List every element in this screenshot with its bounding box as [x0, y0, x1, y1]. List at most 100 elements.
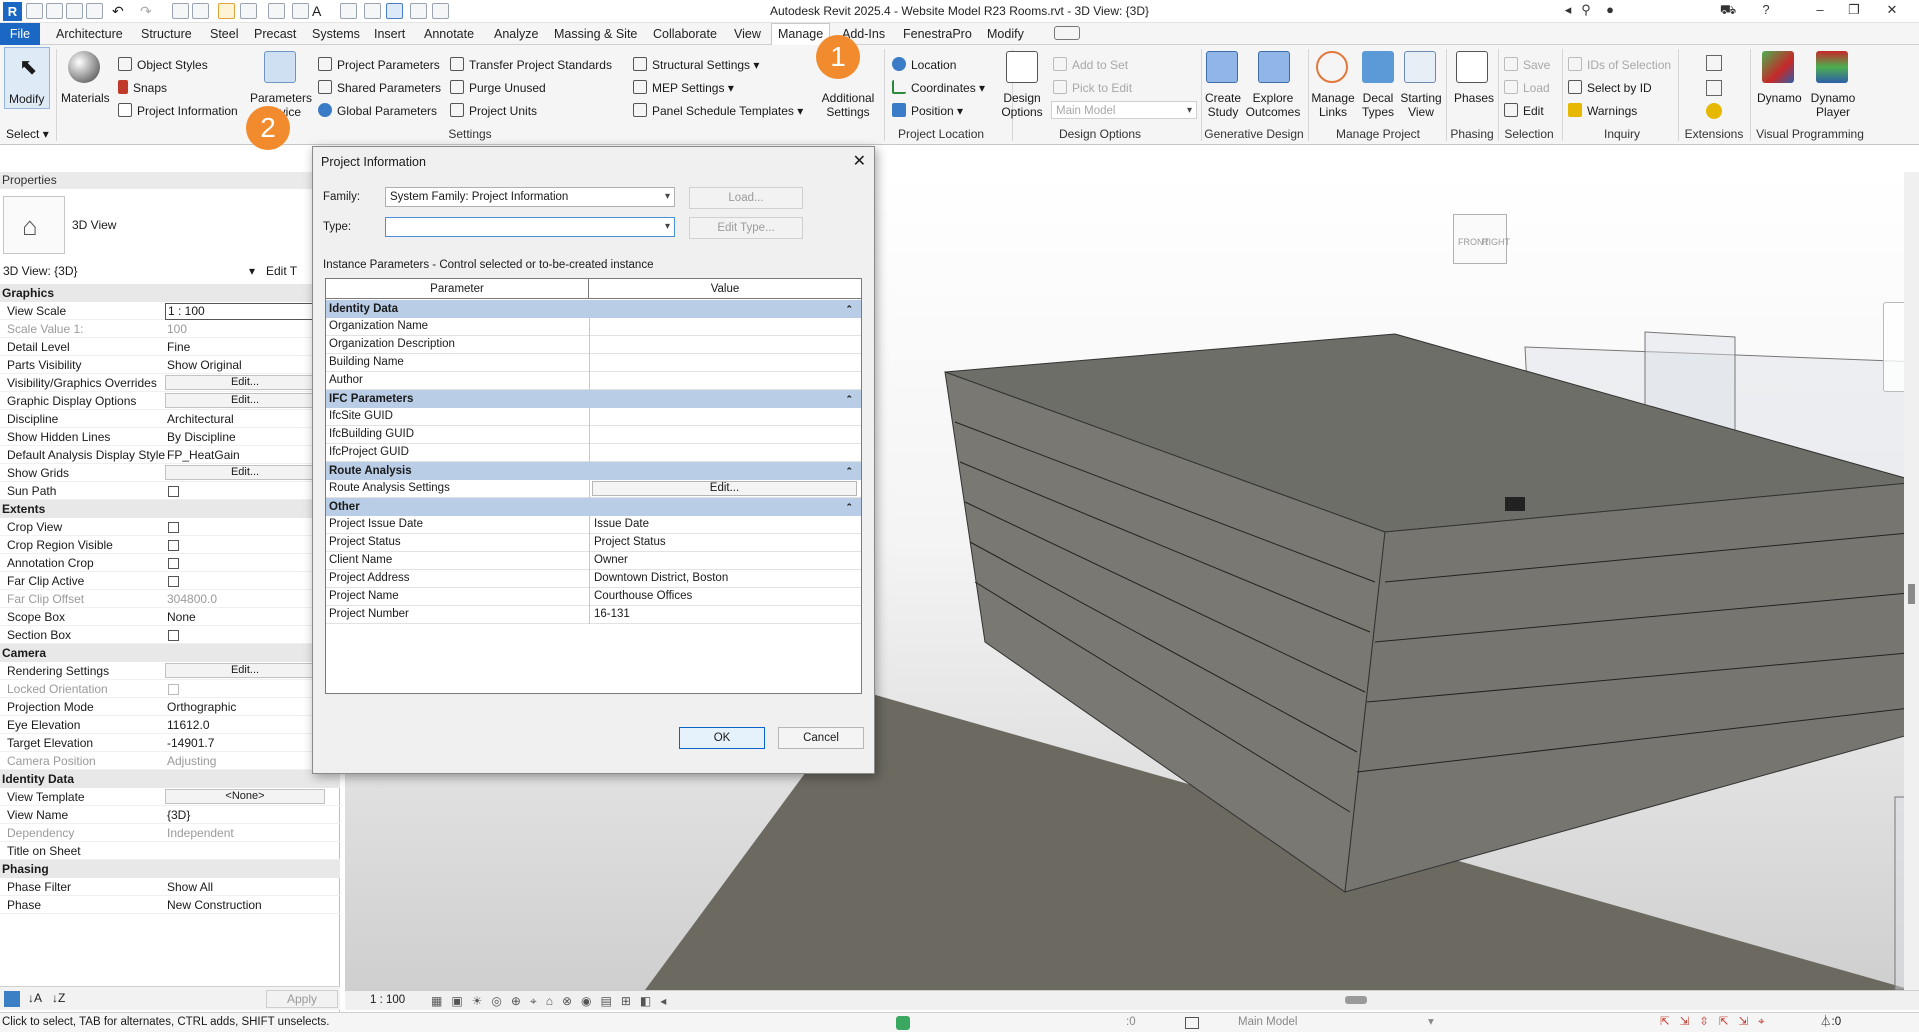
parameter-row[interactable]: IfcBuilding GUID	[326, 426, 861, 444]
apply-button[interactable]: Apply	[266, 990, 338, 1008]
parameter-row[interactable]: Client Name Owner	[326, 552, 861, 570]
property-row[interactable]: Show Grids Edit...	[0, 464, 340, 482]
property-value[interactable]: 11612.0	[167, 716, 210, 734]
property-value[interactable]: 304800.0	[167, 590, 217, 608]
starting-view-icon[interactable]	[1404, 51, 1436, 83]
property-checkbox[interactable]	[168, 558, 179, 569]
property-checkbox[interactable]	[168, 486, 179, 497]
parameter-row[interactable]: Organization Description	[326, 336, 861, 354]
property-value[interactable]: Show All	[167, 878, 213, 896]
minimize-icon[interactable]: –	[1808, 2, 1832, 20]
panel-toggle-icon[interactable]	[1054, 26, 1080, 40]
add-to-set-button[interactable]: Add to Set	[1053, 57, 1128, 72]
property-row[interactable]: Dependency Independent	[0, 824, 340, 842]
parameter-row[interactable]: Author	[326, 372, 861, 390]
parameter-value[interactable]: Courthouse Offices	[594, 588, 692, 605]
view-control-icons[interactable]: ▦▣☀◎⊕⌖⌂⊗◉▤⊞◧◂	[431, 994, 675, 1009]
property-edit-button[interactable]: <None>	[165, 789, 325, 804]
manage-links-button[interactable]: Manage Links	[1310, 91, 1356, 119]
editable-only-icon[interactable]	[1185, 1017, 1199, 1029]
properties-section[interactable]: Extents	[0, 500, 340, 518]
parameter-group[interactable]: IFC Parameters ⌃	[326, 390, 861, 408]
parameter-group[interactable]: Route Analysis ⌃	[326, 462, 861, 480]
transfer-project-standards-button[interactable]: Transfer Project Standards	[450, 57, 612, 72]
tab-modify[interactable]: Modify	[987, 27, 1024, 41]
property-row[interactable]: Crop Region Visible	[0, 536, 340, 554]
properties-section[interactable]: Identity Data	[0, 770, 340, 788]
property-row[interactable]: Rendering Settings Edit...	[0, 662, 340, 680]
materials-button[interactable]: Materials	[61, 91, 110, 105]
project-information-button[interactable]: Project Information	[118, 103, 238, 118]
extension-info-icon[interactable]	[1706, 103, 1722, 119]
tab-analyze[interactable]: Analyze	[494, 27, 538, 41]
property-row[interactable]: Phase New Construction	[0, 896, 340, 914]
parameter-value[interactable]: Project Status	[594, 534, 666, 551]
collapse-icon[interactable]: ⌃	[845, 300, 853, 318]
horizontal-scrollbar-thumb[interactable]	[1345, 996, 1367, 1004]
property-row[interactable]: Section Box	[0, 626, 340, 644]
tab-insert[interactable]: Insert	[374, 27, 405, 41]
phases-icon[interactable]	[1456, 51, 1488, 83]
ok-button[interactable]: OK	[679, 727, 765, 749]
property-row[interactable]: Crop View	[0, 518, 340, 536]
property-value[interactable]: FP_HeatGain	[167, 446, 240, 464]
property-value[interactable]: Orthographic	[167, 698, 236, 716]
property-value[interactable]: Fine	[167, 338, 190, 356]
ids-of-selection-button[interactable]: IDs of Selection	[1568, 57, 1671, 72]
property-row[interactable]: Camera Position Adjusting	[0, 752, 340, 770]
parameters-service-icon[interactable]	[264, 51, 296, 83]
sort-ascending-icon[interactable]: ↓A	[28, 991, 42, 1005]
parameter-row[interactable]: Route Analysis Settings Edit...	[326, 480, 861, 498]
selection-filter-icons[interactable]: ⇱⇲⇳⇱⇲⌖	[1660, 1013, 1775, 1032]
property-value[interactable]: Show Original	[167, 356, 242, 374]
property-checkbox[interactable]	[168, 630, 179, 641]
property-value[interactable]: Independent	[167, 824, 234, 842]
property-row[interactable]: Parts Visibility Show Original	[0, 356, 340, 374]
tab-architecture[interactable]: Architecture	[56, 27, 123, 41]
collapse-icon[interactable]: ⌃	[845, 498, 853, 516]
property-row[interactable]: View Scale 1 : 100	[0, 302, 340, 320]
close-icon[interactable]: ✕	[853, 151, 866, 171]
decal-types-icon[interactable]	[1362, 51, 1394, 83]
parameter-group[interactable]: Other ⌃	[326, 498, 861, 516]
select-dropdown[interactable]: Select ▾	[6, 127, 49, 141]
parameter-value[interactable]: Owner	[594, 552, 628, 569]
property-row[interactable]: View Template <None>	[0, 788, 340, 806]
help-icon[interactable]: ?	[1754, 2, 1778, 20]
property-value[interactable]: 1 : 100	[165, 303, 335, 320]
parameter-row[interactable]: Project Address Downtown District, Boston	[326, 570, 861, 588]
scrollbar-thumb[interactable]	[1908, 584, 1915, 604]
load-selection-button[interactable]: Load	[1504, 80, 1550, 95]
property-checkbox[interactable]	[168, 576, 179, 587]
extension-manager-icon[interactable]	[1706, 80, 1722, 96]
properties-section[interactable]: Graphics	[0, 284, 340, 302]
parameter-group[interactable]: Identity Data ⌃	[326, 300, 861, 318]
parameter-row[interactable]: Project Number 16-131	[326, 606, 861, 624]
property-row[interactable]: Discipline Architectural	[0, 410, 340, 428]
property-row[interactable]: Scope Box None	[0, 608, 340, 626]
dynamo-icon[interactable]	[1762, 51, 1794, 83]
snaps-button[interactable]: Snaps	[118, 80, 167, 95]
worksharing-icon[interactable]	[896, 1016, 910, 1030]
tab-file[interactable]: File	[0, 23, 40, 45]
phases-button[interactable]: Phases	[1454, 91, 1494, 105]
tab-precast[interactable]: Precast	[254, 27, 296, 41]
property-value[interactable]: New Construction	[167, 896, 262, 914]
load-button[interactable]: Load...	[689, 187, 803, 209]
parameter-row[interactable]: IfcProject GUID	[326, 444, 861, 462]
property-checkbox[interactable]	[168, 684, 179, 695]
cancel-button[interactable]: Cancel	[778, 727, 864, 749]
position-button[interactable]: Position ▾	[892, 103, 963, 118]
design-options-icon[interactable]	[1006, 51, 1038, 83]
property-value[interactable]: -14901.7	[167, 734, 214, 752]
cart-icon[interactable]: ⛟	[1716, 2, 1740, 20]
edit-type-button[interactable]: Edit T	[266, 264, 297, 278]
parameter-row[interactable]: Building Name	[326, 354, 861, 372]
property-row[interactable]: Eye Elevation 11612.0	[0, 716, 340, 734]
tab-steel[interactable]: Steel	[210, 27, 239, 41]
property-row[interactable]: Show Hidden Lines By Discipline	[0, 428, 340, 446]
create-study-icon[interactable]	[1206, 51, 1238, 83]
property-row[interactable]: View Name {3D}	[0, 806, 340, 824]
tab-structure[interactable]: Structure	[141, 27, 192, 41]
select-by-id-button[interactable]: Select by ID	[1568, 80, 1652, 95]
